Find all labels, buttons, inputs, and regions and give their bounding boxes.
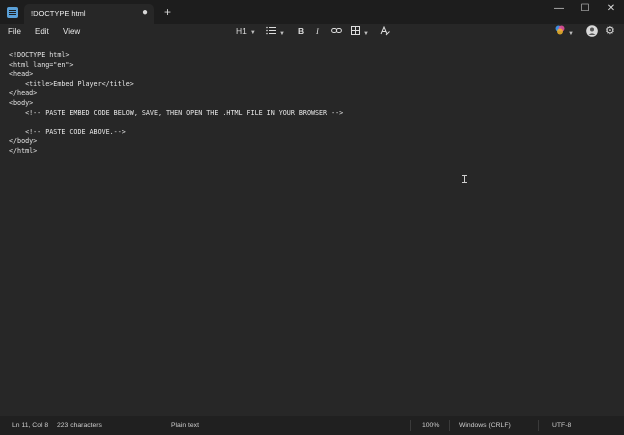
account-button[interactable] [586, 25, 598, 39]
code-line: <html lang="en"> [9, 60, 74, 69]
format-indicator[interactable]: Plain text [171, 422, 199, 429]
chevron-down-icon: ▼ [568, 31, 574, 37]
minimize-button[interactable]: — [549, 3, 569, 14]
code-line: </html> [9, 147, 38, 155]
zoom-level[interactable]: 100% [422, 422, 439, 429]
settings-gear-icon[interactable]: ⚙ [605, 24, 615, 37]
bold-button[interactable]: B [298, 26, 304, 36]
status-divider [538, 420, 539, 431]
status-divider [449, 420, 450, 431]
cursor-position[interactable]: Ln 11, Col 8 [12, 422, 48, 429]
heading-label: H1 [236, 26, 247, 36]
code-line: <head> [9, 70, 34, 79]
text-editor[interactable]: <!DOCTYPE html> <html lang="en"> <head> … [0, 42, 624, 416]
unsaved-changes-icon[interactable]: ● [142, 7, 148, 18]
link-button[interactable] [331, 26, 342, 37]
chevron-down-icon: ▼ [363, 31, 369, 37]
menu-bar: File Edit View H1 ▼ ▼ B I ▼ ▼ ⚙ [0, 24, 624, 42]
status-divider [410, 420, 411, 431]
list-icon [266, 26, 276, 35]
status-bar: Ln 11, Col 8 223 characters Plain text 1… [0, 416, 624, 435]
heading-dropdown[interactable]: H1 ▼ [236, 26, 256, 36]
code-line: <!-- PASTE CODE ABOVE.--> [9, 127, 126, 136]
link-icon [331, 28, 342, 33]
menu-view[interactable]: View [63, 27, 80, 36]
code-line: <body> [9, 99, 34, 107]
code-line: </head> [9, 89, 38, 98]
code-line: <title>Embed Player</title> [9, 79, 134, 88]
line-ending[interactable]: Windows (CRLF) [459, 422, 511, 429]
clear-formatting-icon [380, 25, 390, 36]
mouse-ibeam-cursor-icon [462, 175, 467, 183]
copilot-dropdown[interactable]: ▼ [555, 25, 574, 37]
chevron-down-icon: ▼ [279, 31, 285, 37]
menu-edit[interactable]: Edit [35, 27, 49, 36]
encoding[interactable]: UTF-8 [552, 422, 571, 429]
clear-formatting-button[interactable] [380, 25, 390, 38]
list-dropdown[interactable]: ▼ [266, 26, 285, 37]
document-tab[interactable]: !DOCTYPE html ● [24, 4, 154, 24]
chevron-down-icon: ▼ [249, 30, 256, 36]
table-icon [351, 26, 360, 35]
avatar-icon [586, 25, 598, 37]
italic-button[interactable]: I [316, 26, 319, 36]
code-line: <!-- PASTE EMBED CODE BELOW, SAVE, THEN … [9, 108, 344, 117]
close-button[interactable]: ✕ [601, 3, 621, 14]
tab-title: !DOCTYPE html [31, 9, 86, 18]
code-line: </body> [9, 137, 38, 146]
notepad-app-icon [7, 7, 18, 18]
menu-file[interactable]: File [8, 27, 21, 36]
character-count: 223 characters [57, 422, 102, 429]
new-tab-button[interactable]: + [164, 6, 171, 18]
copilot-icon [555, 25, 565, 35]
maximize-button[interactable]: ☐ [575, 3, 595, 14]
title-bar: !DOCTYPE html ● + — ☐ ✕ [0, 0, 624, 24]
table-dropdown[interactable]: ▼ [351, 26, 369, 37]
code-line: <!DOCTYPE html> [9, 51, 70, 59]
